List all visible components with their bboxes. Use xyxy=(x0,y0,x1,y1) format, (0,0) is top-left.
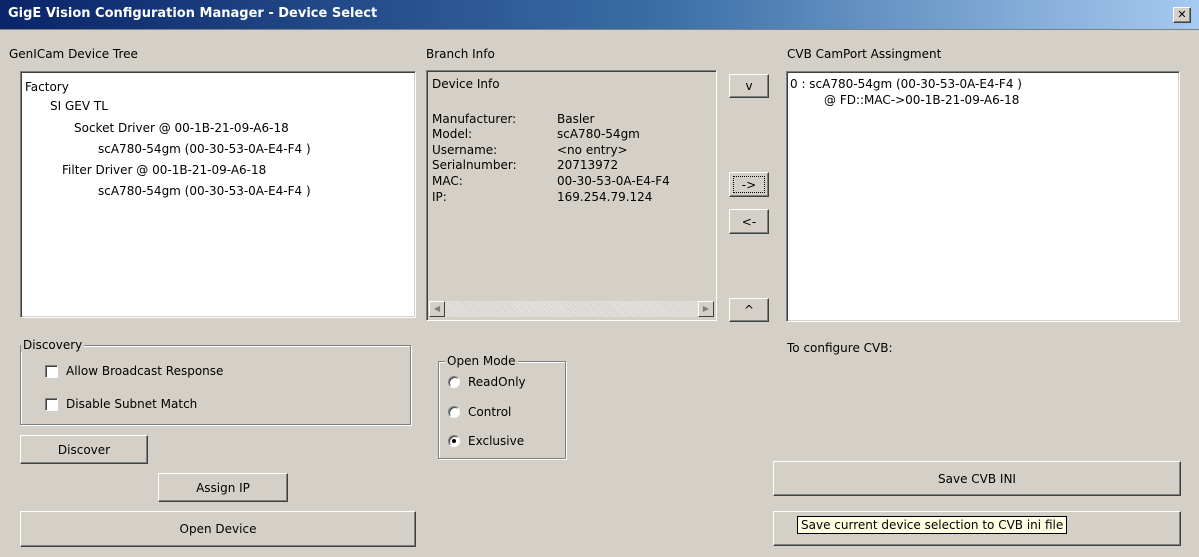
open-mode-group: Open Mode ReadOnly Control Exclusive xyxy=(438,354,566,459)
close-icon: ✕ xyxy=(1177,8,1187,21)
disable-subnet-checkbox[interactable] xyxy=(45,398,58,411)
info-key: IP: xyxy=(432,190,447,204)
allow-broadcast-label[interactable]: Allow Broadcast Response xyxy=(66,364,223,378)
info-key: Manufacturer: xyxy=(432,112,517,126)
save-cvb-tooltip: Save current device selection to CVB ini… xyxy=(797,516,1068,534)
control-radio[interactable] xyxy=(448,406,460,418)
info-value: scA780-54gm xyxy=(557,127,640,141)
info-value: 20713972 xyxy=(557,158,619,172)
allow-broadcast-checkbox[interactable] xyxy=(45,365,58,378)
camport-list[interactable]: 0 : scA780-54gm (00-30-53-0A-E4-F4 ) @ F… xyxy=(786,71,1180,322)
camport-heading: CVB CamPort Assingment xyxy=(787,47,942,61)
save-cvb-ini-button[interactable]: Save CVB INI xyxy=(773,461,1181,496)
tree-node-socket-driver[interactable]: Socket Driver @ 00-1B-21-09-A6-18 xyxy=(74,121,289,135)
control-label[interactable]: Control xyxy=(468,405,511,419)
device-info-title: Device Info xyxy=(432,77,500,91)
camport-entry[interactable]: 0 : scA780-54gm (00-30-53-0A-E4-F4 ) xyxy=(790,77,1022,91)
info-key: MAC: xyxy=(432,174,463,188)
window-title: GigE Vision Configuration Manager - Devi… xyxy=(8,6,378,21)
tree-node-filter-device[interactable]: scA780-54gm (00-30-53-0A-E4-F4 ) xyxy=(98,184,311,198)
horizontal-scrollbar[interactable]: ◀ ▶ xyxy=(429,301,714,317)
branch-info-heading: Branch Info xyxy=(426,47,495,61)
info-value: Basler xyxy=(557,112,595,126)
branch-info-panel: Device Info Manufacturer: Basler Model: … xyxy=(426,70,717,321)
scroll-right-icon[interactable]: ▶ xyxy=(698,301,714,317)
discovery-group: Discovery Allow Broadcast Response Disab… xyxy=(20,338,411,425)
close-button[interactable]: ✕ xyxy=(1173,7,1191,23)
discover-button[interactable]: Discover xyxy=(20,435,148,464)
exclusive-label[interactable]: Exclusive xyxy=(468,434,524,448)
device-tree[interactable]: Factory SI GEV TL Socket Driver @ 00-1B-… xyxy=(20,71,416,318)
configure-cvb-label: To configure CVB: xyxy=(787,341,893,355)
info-value: 00-30-53-0A-E4-F4 xyxy=(557,174,670,188)
tree-node-filter-driver[interactable]: Filter Driver @ 00-1B-21-09-A6-18 xyxy=(62,163,266,177)
disable-subnet-label[interactable]: Disable Subnet Match xyxy=(66,397,197,411)
scroll-left-icon[interactable]: ◀ xyxy=(429,301,445,317)
open-device-button[interactable]: Open Device xyxy=(20,511,416,547)
assign-to-camport-button[interactable]: -> xyxy=(729,172,769,197)
info-key: Serialnumber: xyxy=(432,158,517,172)
title-bar[interactable]: GigE Vision Configuration Manager - Devi… xyxy=(0,0,1199,30)
readonly-label[interactable]: ReadOnly xyxy=(468,375,526,389)
dialog-window: GigE Vision Configuration Manager - Devi… xyxy=(0,0,1199,557)
camport-entry-detail: @ FD::MAC->00-1B-21-09-A6-18 xyxy=(824,93,1020,107)
discovery-title: Discovery xyxy=(21,338,85,352)
tree-node-transport-layer[interactable]: SI GEV TL xyxy=(50,99,108,113)
info-value: <no entry> xyxy=(557,143,628,157)
info-key: Model: xyxy=(432,127,473,141)
tree-node-socket-device[interactable]: scA780-54gm (00-30-53-0A-E4-F4 ) xyxy=(98,142,311,156)
move-down-button[interactable]: v xyxy=(729,74,769,98)
info-key: Username: xyxy=(432,143,498,157)
tree-node-factory[interactable]: Factory xyxy=(25,80,69,94)
open-mode-title: Open Mode xyxy=(445,354,518,368)
exclusive-radio[interactable] xyxy=(448,435,460,447)
assign-ip-button[interactable]: Assign IP xyxy=(158,473,288,502)
readonly-radio[interactable] xyxy=(448,376,460,388)
device-tree-heading: GenICam Device Tree xyxy=(9,47,138,61)
info-value: 169.254.79.124 xyxy=(557,190,653,204)
move-up-button[interactable]: ^ xyxy=(729,298,769,322)
remove-from-camport-button[interactable]: <- xyxy=(729,209,769,234)
